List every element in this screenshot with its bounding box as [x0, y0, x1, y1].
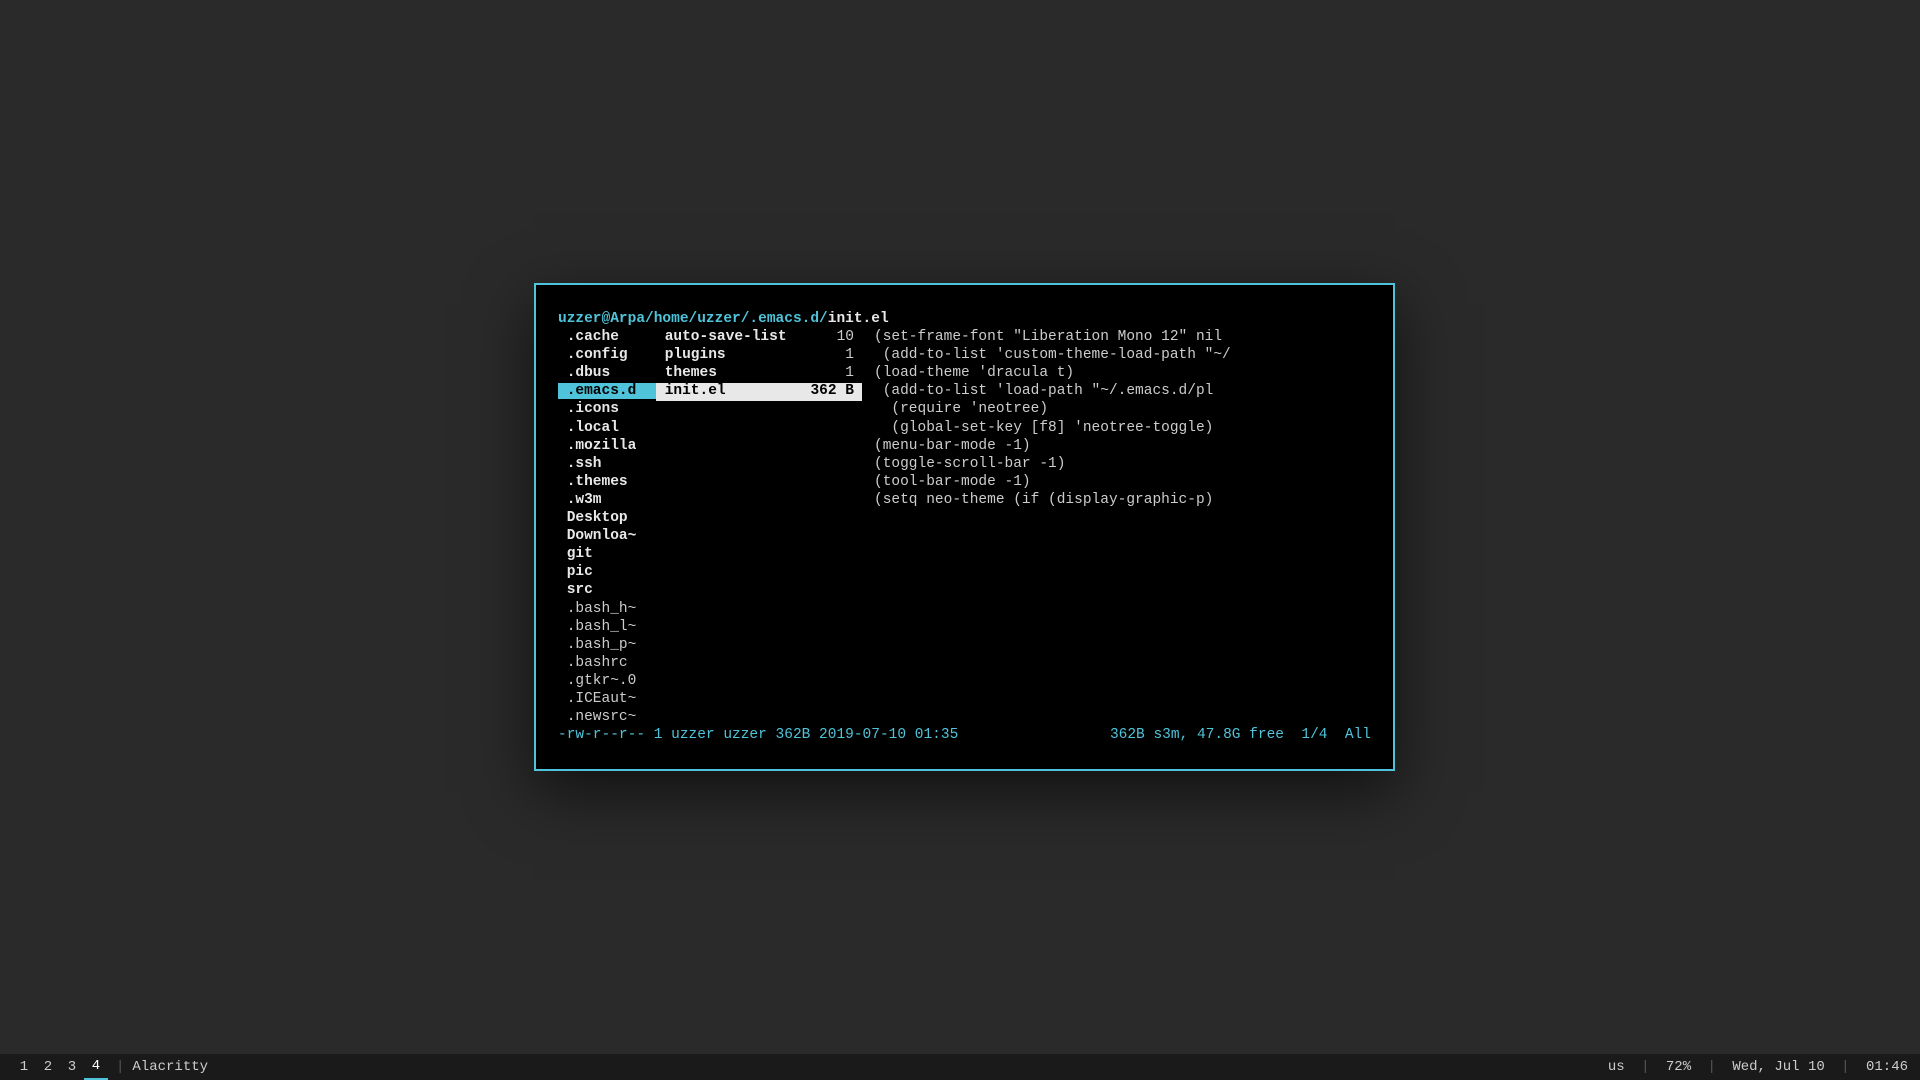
battery-percent: 72% [1666, 1059, 1691, 1075]
mid-entry-size: 1 [845, 347, 854, 365]
file-entry[interactable]: .bash_h~ [558, 601, 636, 617]
dir-entry[interactable]: .ssh [558, 456, 602, 472]
mid-entry-size: 10 [837, 329, 854, 347]
file-entry[interactable]: .bash_l~ [558, 619, 636, 635]
dir-entry[interactable]: Downloa~ [558, 528, 636, 544]
file-row: .local (global-set-key [f8] 'neotree-tog… [558, 420, 1371, 438]
preview-line [862, 691, 1371, 709]
file-row: Downloa~ [558, 528, 1371, 546]
file-row: git [558, 546, 1371, 564]
preview-line [862, 619, 1371, 637]
taskbar: 1234 | Alacritty us | 72% | Wed, Jul 10 … [0, 1054, 1920, 1080]
file-row: src [558, 582, 1371, 600]
mid-entry-name[interactable]: init.el [656, 383, 726, 401]
preview-line: (toggle-scroll-bar -1) [862, 456, 1371, 474]
preview-line: (require 'neotree) [862, 401, 1371, 419]
taskbar-right: us | 72% | Wed, Jul 10 | 01:46 [1608, 1059, 1908, 1075]
file-row: .bashrc [558, 655, 1371, 673]
mid-entry-name[interactable]: themes [656, 365, 717, 383]
current-path: /home/uzzer/.emacs.d/ [645, 311, 828, 329]
separator: | [1633, 1059, 1658, 1075]
file-row: .gtkr~.0 [558, 673, 1371, 691]
file-entry[interactable]: .bashrc [558, 655, 628, 671]
file-row: .dbus themes 1 (load-theme 'dracula t) [558, 365, 1371, 383]
workspace-1[interactable]: 1 [12, 1054, 36, 1080]
preview-line: (global-set-key [f8] 'neotree-toggle) [862, 420, 1371, 438]
preview-line [862, 709, 1371, 727]
path-header: uzzer@Arpa /home/uzzer/.emacs.d/ init.el [558, 311, 1371, 329]
current-file: init.el [828, 311, 889, 329]
mid-entry-size: 1 [845, 365, 854, 383]
status-right: 362B s3m, 47.8G free 1/4 All [1110, 727, 1371, 745]
file-row: .bash_h~ [558, 601, 1371, 619]
file-row: .ICEaut~ [558, 691, 1371, 709]
preview-line [862, 673, 1371, 691]
file-row: .cache auto-save-list 10 (set-frame-font "… [558, 329, 1371, 347]
file-row: .emacs.d init.el 362 B (add-to-list 'load… [558, 383, 1371, 401]
dir-entry[interactable]: pic [558, 564, 593, 580]
dir-entry[interactable]: .emacs.d [558, 383, 656, 399]
file-entry[interactable]: .newsrc~ [558, 709, 636, 725]
file-row: .icons (require 'neotree) [558, 401, 1371, 419]
preview-line: (set-frame-font "Liberation Mono 12" nil [862, 329, 1371, 347]
preview-line: (tool-bar-mode -1) [862, 474, 1371, 492]
mid-entry-name[interactable]: auto-save-list [656, 329, 787, 347]
user-host: uzzer@Arpa [558, 311, 645, 329]
keyboard-layout: us [1608, 1059, 1625, 1075]
file-row: .config plugins 1 (add-to-list 'custom-th… [558, 347, 1371, 365]
preview-line [862, 637, 1371, 655]
file-entry[interactable]: .bash_p~ [558, 637, 636, 653]
dir-entry[interactable]: .cache [558, 329, 619, 345]
date: Wed, Jul 10 [1732, 1059, 1824, 1075]
mid-entry-name[interactable]: plugins [656, 347, 726, 365]
dir-entry[interactable]: .icons [558, 401, 619, 417]
active-app-name: Alacritty [132, 1059, 208, 1075]
dir-entry[interactable]: .themes [558, 474, 628, 490]
preview-line: (load-theme 'dracula t) [862, 365, 1371, 383]
file-entry[interactable]: .ICEaut~ [558, 691, 636, 707]
status-line: -rw-r--r-- 1 uzzer uzzer 362B 2019-07-10… [558, 727, 1371, 745]
workspace-list: 1234 [12, 1054, 108, 1080]
workspace-3[interactable]: 3 [60, 1054, 84, 1080]
preview-line [862, 546, 1371, 564]
file-row: .mozilla (menu-bar-mode -1) [558, 438, 1371, 456]
preview-line: (menu-bar-mode -1) [862, 438, 1371, 456]
file-row: .themes (tool-bar-mode -1) [558, 474, 1371, 492]
preview-line [862, 655, 1371, 673]
file-row: Desktop [558, 510, 1371, 528]
file-row: .ssh (toggle-scroll-bar -1) [558, 456, 1371, 474]
file-row: .bash_l~ [558, 619, 1371, 637]
dir-entry[interactable]: git [558, 546, 593, 562]
dir-entry[interactable]: .mozilla [558, 438, 636, 454]
file-row: pic [558, 564, 1371, 582]
file-row: .bash_p~ [558, 637, 1371, 655]
status-left: -rw-r--r-- 1 uzzer uzzer 362B 2019-07-10… [558, 727, 958, 745]
workspace-2[interactable]: 2 [36, 1054, 60, 1080]
file-row: .w3m (setq neo-theme (if (display-graphic… [558, 492, 1371, 510]
preview-line [862, 564, 1371, 582]
separator: | [116, 1059, 124, 1075]
dir-entry[interactable]: .dbus [558, 365, 610, 381]
preview-line [862, 510, 1371, 528]
time: 01:46 [1866, 1059, 1908, 1075]
preview-line [862, 528, 1371, 546]
preview-line [862, 582, 1371, 600]
preview-line: (add-to-list 'custom-theme-load-path "~/ [862, 347, 1371, 365]
dir-entry[interactable]: Desktop [558, 510, 628, 526]
dir-entry[interactable]: .w3m [558, 492, 602, 508]
dir-entry[interactable]: .local [558, 420, 619, 436]
separator: | [1699, 1059, 1724, 1075]
file-row: .newsrc~ [558, 709, 1371, 727]
dir-entry[interactable]: src [558, 582, 593, 598]
preview-line [862, 601, 1371, 619]
workspace-4[interactable]: 4 [84, 1054, 108, 1080]
mid-entry-size: 362 B [810, 383, 854, 401]
separator: | [1833, 1059, 1858, 1075]
terminal-window: uzzer@Arpa /home/uzzer/.emacs.d/ init.el… [534, 283, 1395, 771]
dir-entry[interactable]: .config [558, 347, 628, 363]
file-entry[interactable]: .gtkr~.0 [558, 673, 636, 689]
preview-line: (add-to-list 'load-path "~/.emacs.d/pl [862, 383, 1371, 401]
preview-line: (setq neo-theme (if (display-graphic-p) [862, 492, 1371, 510]
